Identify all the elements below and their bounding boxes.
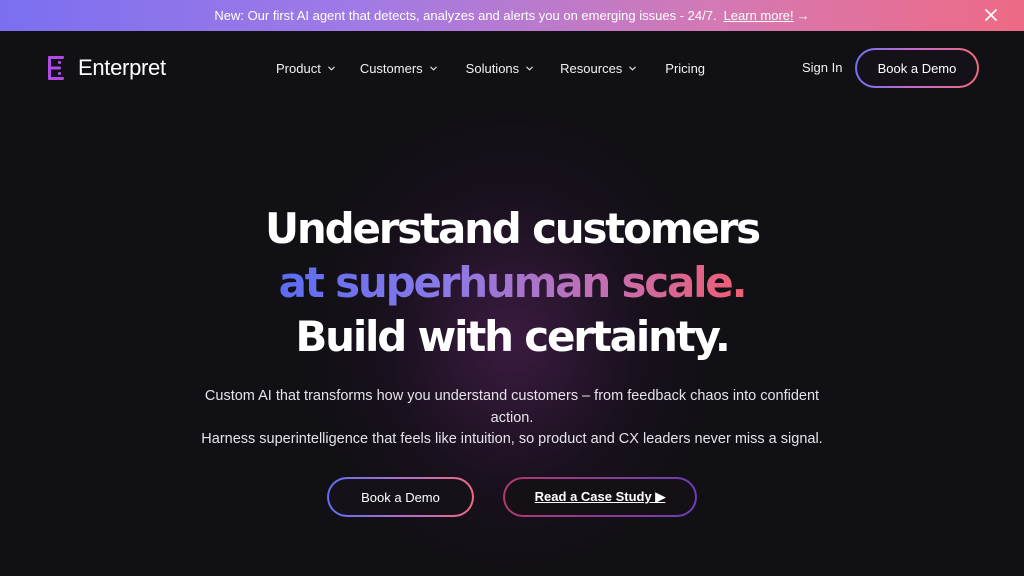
menu-item-label: Customers (359, 60, 423, 76)
announcement-banner: New: Our first AI agent that detects, an… (0, 0, 1024, 31)
banner-message: New: Our first AI agent that detects, an… (214, 8, 717, 23)
sign-in-link[interactable]: Sign In (802, 60, 842, 75)
menu-item-label: Pricing (665, 60, 706, 76)
chevron-down-icon (526, 66, 533, 71)
book-demo-button[interactable]: Book a Demo (327, 477, 474, 517)
book-demo-nav-button[interactable]: Book a Demo (855, 48, 979, 88)
menu-item-product[interactable]: Product (276, 61, 336, 76)
book-demo-label: Book a Demo (329, 479, 472, 515)
brand-logo[interactable]: Enterpret (46, 55, 166, 81)
chevron-down-icon (629, 66, 637, 71)
enterpret-logo-icon (48, 56, 64, 80)
read-case-study-label: Read a Case Study ▶ (505, 479, 695, 515)
brand-name: Enterpret (78, 55, 166, 80)
top-navigation: Enterpret Product Customers Solutions Re… (0, 31, 1024, 105)
headline-line-2: at superhuman scale. (0, 256, 1024, 310)
chevron-down-icon (328, 66, 335, 71)
hero-headline: Understand customers at superhuman scale… (0, 202, 1024, 364)
headline-line-3: Build with certainty. (295, 312, 731, 361)
subtitle-line-2: Harness superintelligence that feels lik… (201, 431, 823, 447)
arrow-right-icon: → (796, 8, 810, 23)
book-demo-nav-label: Book a Demo (857, 50, 977, 86)
headline-line-1: Understand customers (265, 204, 761, 253)
menu-item-solutions[interactable]: Solutions (466, 61, 534, 76)
main-menu: Product Customers Solutions Resources Pr… (276, 31, 705, 105)
menu-item-pricing[interactable]: Pricing (665, 61, 705, 76)
menu-item-label: Resources (560, 60, 623, 76)
menu-item-customers[interactable]: Customers (360, 61, 438, 76)
menu-item-label: Solutions (465, 60, 520, 76)
learn-more-link[interactable]: Learn more! (724, 8, 794, 23)
read-case-study-button[interactable]: Read a Case Study ▶ (503, 477, 697, 517)
menu-item-resources[interactable]: Resources (560, 61, 637, 76)
headline-gradient-text: at superhuman scale. (278, 258, 748, 307)
menu-item-label: Product (276, 60, 321, 76)
close-icon[interactable] (982, 6, 1000, 24)
chevron-down-icon (429, 66, 437, 71)
subtitle-line-1: Custom AI that transforms how you unders… (204, 388, 820, 426)
hero-subtitle: Custom AI that transforms how you unders… (195, 386, 829, 451)
